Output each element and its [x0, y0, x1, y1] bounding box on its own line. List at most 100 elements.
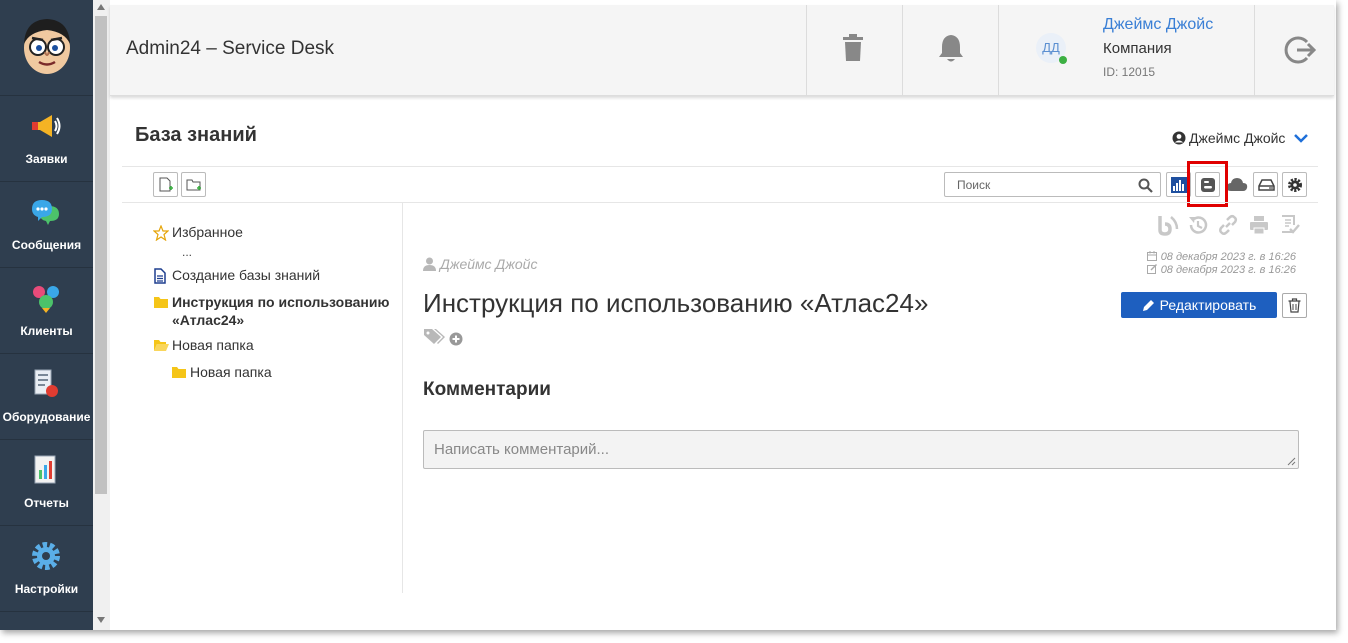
created-date: 08 декабря 2023 г. в 16:26 — [1160, 251, 1296, 263]
gear-icon — [32, 542, 60, 570]
app-title: Admin24 – Service Desk — [126, 38, 335, 59]
comments-title: Комментарии — [423, 379, 551, 400]
edit-note-icon — [1146, 264, 1157, 274]
bar-chart-icon — [1171, 177, 1188, 193]
new-document-button[interactable] — [153, 172, 178, 197]
sidebar-item-reports[interactable]: Отчеты — [0, 440, 93, 526]
folder-icon — [172, 367, 186, 378]
modified-date: 08 декабря 2023 г. в 16:26 — [1160, 264, 1296, 276]
user-icon — [423, 257, 436, 271]
scroll-down-arrow-icon[interactable] — [97, 617, 105, 623]
tree-item-label: Избранное — [172, 224, 243, 240]
tree-ellipsis: ... — [182, 245, 193, 259]
edit-button[interactable]: Редактировать — [1121, 292, 1277, 318]
tree-item-label: Инструкция по использованию — [172, 294, 390, 310]
add-tag-icon[interactable] — [449, 332, 463, 346]
sidebar-item-label: Сообщения — [11, 238, 82, 252]
reports-icon — [34, 455, 56, 484]
comment-box[interactable] — [423, 430, 1299, 469]
owner-dropdown[interactable]: Джеймс Джойс — [1172, 130, 1312, 146]
modified-date-row: 08 декабря 2023 г. в 16:26 — [1146, 264, 1296, 277]
megaphone-icon — [32, 115, 61, 137]
logout-button[interactable] — [1255, 5, 1334, 96]
logo[interactable] — [0, 0, 93, 96]
trash-icon — [843, 34, 863, 61]
sidebar-item-label: Отчеты — [24, 496, 69, 510]
article-author: Джеймс Джойс — [423, 256, 537, 272]
scroll-up-arrow-icon[interactable] — [97, 4, 105, 10]
notifications-button[interactable] — [903, 5, 999, 96]
tags-area — [423, 327, 463, 346]
clients-icon — [33, 286, 59, 313]
sidebar-item-clients[interactable]: Клиенты — [0, 268, 93, 354]
rss-icon[interactable] — [1157, 214, 1179, 236]
folder-open-icon — [154, 340, 169, 351]
tree-item-label-line2: «Атлас24» — [172, 312, 245, 328]
owner-name: Джеймс Джойс — [1189, 130, 1286, 146]
author-name: Джеймс Джойс — [440, 256, 538, 272]
sidebar-item-label: Клиенты — [20, 324, 73, 338]
pencil-icon — [1142, 300, 1154, 311]
checklist-icon[interactable] — [1279, 214, 1301, 236]
resize-grip-icon[interactable] — [1287, 457, 1296, 466]
user-name-link[interactable]: Джеймс Джойс — [1103, 16, 1213, 34]
scroll-thumb[interactable] — [95, 16, 107, 494]
logout-icon — [1284, 36, 1317, 64]
sidebar-item-settings[interactable]: Настройки — [0, 526, 93, 612]
tags-icon[interactable] — [423, 327, 447, 345]
delete-button[interactable] — [1282, 293, 1307, 318]
hard-drive-icon — [1258, 179, 1275, 191]
online-status-dot — [1059, 56, 1067, 64]
trash-icon — [1288, 298, 1301, 313]
bell-icon — [939, 35, 963, 62]
sidebar-item-messages[interactable]: Сообщения — [0, 182, 93, 268]
user-id: ID: 12015 — [1103, 65, 1156, 79]
drive-button[interactable] — [1253, 172, 1278, 197]
new-folder-icon — [186, 179, 201, 191]
tree-item-label: Новая папка — [172, 337, 254, 353]
print-icon[interactable] — [1248, 214, 1270, 236]
search-input[interactable] — [945, 173, 1135, 196]
article-dates: 08 декабря 2023 г. в 16:26 08 декабря 20… — [1146, 251, 1296, 277]
page-title: База знаний — [135, 124, 257, 146]
new-folder-button[interactable] — [181, 172, 206, 197]
history-icon[interactable] — [1187, 214, 1209, 236]
tree-divider — [402, 203, 403, 593]
sidebar-item-label: Оборудование — [2, 410, 91, 424]
tree-item-label: Новая папка — [190, 364, 272, 380]
top-header: Admin24 – Service Desk ДД Джеймс Джойс К… — [110, 5, 1334, 96]
star-outline-icon — [153, 225, 169, 241]
new-document-icon — [159, 177, 173, 192]
page-scrollbar[interactable] — [93, 0, 110, 630]
calendar-icon — [1146, 251, 1157, 261]
sidebar-item-label: Настройки — [14, 582, 79, 596]
document-icon — [154, 268, 166, 284]
header-divider — [998, 5, 999, 96]
sidebar-item-equipment[interactable]: Оборудование — [0, 354, 93, 440]
created-date-row: 08 декабря 2023 г. в 16:26 — [1146, 251, 1296, 264]
tree-item-label: Создание базы знаний — [172, 267, 321, 283]
equipment-icon — [34, 369, 58, 397]
cog-icon — [1288, 178, 1302, 192]
user-company: Компания — [1103, 40, 1172, 57]
highlight-marker — [1187, 161, 1228, 207]
link-icon[interactable] — [1217, 214, 1239, 236]
sidebar-item-requests[interactable]: Заявки — [0, 96, 93, 182]
folder-icon — [154, 297, 168, 308]
cloud-icon — [1226, 178, 1248, 191]
divider — [122, 202, 1318, 203]
article-title: Инструкция по использованию «Атлас24» — [423, 288, 929, 318]
app-window: Заявки Сообщения Клиенты Оборудование От… — [0, 0, 1336, 630]
search-field[interactable] — [944, 172, 1161, 197]
chat-bubbles-icon — [32, 200, 59, 225]
divider — [122, 166, 1318, 167]
trash-button[interactable] — [807, 5, 903, 96]
chevron-down-icon — [1294, 134, 1309, 143]
sidebar-item-label: Заявки — [25, 152, 68, 166]
comment-input[interactable] — [424, 431, 1298, 468]
edit-button-label: Редактировать — [1159, 297, 1257, 313]
settings-button[interactable] — [1282, 172, 1307, 197]
avatar-face-icon — [24, 19, 70, 74]
user-circle-icon — [1172, 131, 1186, 145]
search-icon[interactable] — [1138, 178, 1153, 193]
